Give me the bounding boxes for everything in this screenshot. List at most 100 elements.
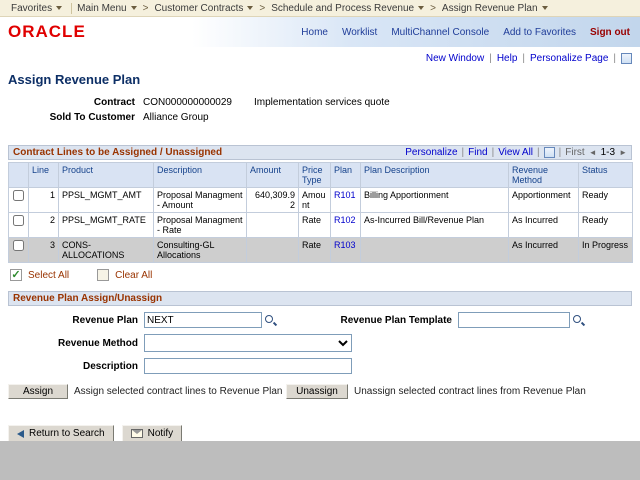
col-product[interactable]: Product <box>59 163 154 188</box>
breadcrumb-separator: > <box>258 3 266 14</box>
personalize-link[interactable]: Personalize <box>405 147 457 158</box>
col-revenue-method[interactable]: Revenue Method <box>509 163 579 188</box>
description-cell: Consulting-GL Allocations <box>154 238 247 263</box>
col-description[interactable]: Description <box>154 163 247 188</box>
pagination-next-icon[interactable]: ► <box>619 148 627 157</box>
breadcrumb-item-label: Main Menu <box>77 3 126 14</box>
breadcrumb-favorites[interactable]: Favorites <box>6 3 72 14</box>
plan-link[interactable]: R103 <box>334 240 356 250</box>
header-links: Home Worklist MultiChannel Console Add t… <box>301 27 640 38</box>
app-header: ORACLE Home Worklist MultiChannel Consol… <box>0 17 640 47</box>
revenue-method-cell: As Incurred <box>509 213 579 238</box>
grid-section-header: Contract Lines to be Assigned / Unassign… <box>8 145 632 160</box>
row-1-checkbox[interactable] <box>13 190 24 201</box>
breadcrumb-item-label: Assign Revenue Plan <box>442 3 538 14</box>
unassign-button[interactable]: Unassign <box>286 384 348 399</box>
amount-cell <box>247 213 299 238</box>
revenue-plan-input[interactable] <box>144 312 262 328</box>
chevron-down-icon <box>247 6 253 10</box>
return-arrow-icon <box>17 430 24 438</box>
col-status[interactable]: Status <box>579 163 633 188</box>
pagination-first[interactable]: First <box>565 147 584 158</box>
notify-button[interactable]: Notify <box>122 425 183 441</box>
clear-all-link[interactable]: Clear All <box>115 270 152 281</box>
description-row: Description <box>8 358 632 374</box>
description-input[interactable] <box>144 358 352 374</box>
product-cell: CONS-ALLOCATIONS <box>59 238 154 263</box>
plan-cell: R103 <box>331 238 361 263</box>
line-cell: 1 <box>29 188 59 213</box>
breadcrumb-favorites-label: Favorites <box>11 3 52 14</box>
download-to-excel-icon[interactable] <box>544 147 555 158</box>
select-all-check-icon[interactable]: ✓ <box>10 269 22 281</box>
assign-section-header: Revenue Plan Assign/Unassign <box>8 291 632 306</box>
row-3-checkbox[interactable] <box>13 240 24 251</box>
breadcrumb-schedule-process-revenue[interactable]: Schedule and Process Revenue <box>266 3 429 14</box>
plan-link[interactable]: R101 <box>334 190 356 200</box>
chevron-down-icon <box>131 6 137 10</box>
return-to-search-button[interactable]: Return to Search <box>8 425 114 441</box>
worklist-link[interactable]: Worklist <box>342 27 377 38</box>
sign-out-link[interactable]: Sign out <box>590 27 630 38</box>
contract-value: CON000000000029 <box>143 97 248 108</box>
plan-description-cell <box>361 238 509 263</box>
chevron-down-icon <box>56 6 62 10</box>
status-cell: Ready <box>579 213 633 238</box>
breadcrumb-customer-contracts[interactable]: Customer Contracts <box>149 3 258 14</box>
personalize-page-link[interactable]: Personalize Page <box>530 53 608 64</box>
select-all-link[interactable]: Select All <box>28 270 69 281</box>
breadcrumb-assign-revenue-plan[interactable]: Assign Revenue Plan <box>437 3 553 14</box>
product-cell: PPSL_MGMT_AMT <box>59 188 154 213</box>
col-line[interactable]: Line <box>29 163 59 188</box>
col-plan-description[interactable]: Plan Description <box>361 163 509 188</box>
table-row: 3 CONS-ALLOCATIONS Consulting-GL Allocat… <box>9 238 633 263</box>
toolbar-separator: | <box>462 147 465 158</box>
plan-cell: R102 <box>331 213 361 238</box>
status-cell: Ready <box>579 188 633 213</box>
add-to-favorites-link[interactable]: Add to Favorites <box>503 27 576 38</box>
plan-link[interactable]: R102 <box>334 215 356 225</box>
pagebar-separator: | <box>613 53 616 64</box>
price-type-cell: Rate <box>299 238 331 263</box>
description-label: Description <box>8 361 138 372</box>
row-2-checkbox[interactable] <box>13 215 24 226</box>
home-link[interactable]: Home <box>301 27 328 38</box>
assign-hint: Assign selected contract lines to Revenu… <box>74 386 286 397</box>
revenue-method-select[interactable] <box>144 334 352 352</box>
view-all-link[interactable]: View All <box>498 147 533 158</box>
amount-cell <box>247 238 299 263</box>
oracle-logo: ORACLE <box>8 22 86 42</box>
multichannel-console-link[interactable]: MultiChannel Console <box>391 27 489 38</box>
pagebar-separator: | <box>489 53 492 64</box>
revenue-plan-template-lookup-icon[interactable] <box>572 314 585 327</box>
breadcrumb-main-menu[interactable]: Main Menu <box>72 3 141 14</box>
col-price-type[interactable]: Price Type <box>299 163 331 188</box>
line-cell: 3 <box>29 238 59 263</box>
toolbar-separator: | <box>559 147 562 158</box>
contract-description: Implementation services quote <box>254 97 390 108</box>
description-cell: Proposal Managment - Amount <box>154 188 247 213</box>
plan-description-cell: As-Incurred Bill/Revenue Plan <box>361 213 509 238</box>
find-link[interactable]: Find <box>468 147 487 158</box>
table-row: 1 PPSL_MGMT_AMT Proposal Managment - Amo… <box>9 188 633 213</box>
new-window-link[interactable]: New Window <box>426 53 484 64</box>
help-link[interactable]: Help <box>497 53 518 64</box>
plan-description-cell: Billing Apportionment <box>361 188 509 213</box>
breadcrumb-separator: > <box>142 3 150 14</box>
assign-button[interactable]: Assign <box>8 384 68 399</box>
notify-label: Notify <box>148 428 174 439</box>
http-new-window-icon[interactable] <box>621 53 632 64</box>
col-plan[interactable]: Plan <box>331 163 361 188</box>
col-select <box>9 163 29 188</box>
revenue-plan-label: Revenue Plan <box>8 315 138 326</box>
sold-to-customer-value: Alliance Group <box>143 112 248 123</box>
col-amount[interactable]: Amount <box>247 163 299 188</box>
unassign-hint: Unassign selected contract lines from Re… <box>354 386 586 397</box>
grid-toolbar: Personalize | Find | View All | | First … <box>405 147 627 158</box>
revenue-plan-lookup-icon[interactable] <box>264 314 277 327</box>
revenue-method-cell: Apportionment <box>509 188 579 213</box>
revenue-plan-template-input[interactable] <box>458 312 570 328</box>
clear-all-box-icon[interactable] <box>97 269 109 281</box>
assign-buttons-row: Assign Assign selected contract lines to… <box>8 384 632 399</box>
pagination-prev-icon[interactable]: ◄ <box>589 148 597 157</box>
